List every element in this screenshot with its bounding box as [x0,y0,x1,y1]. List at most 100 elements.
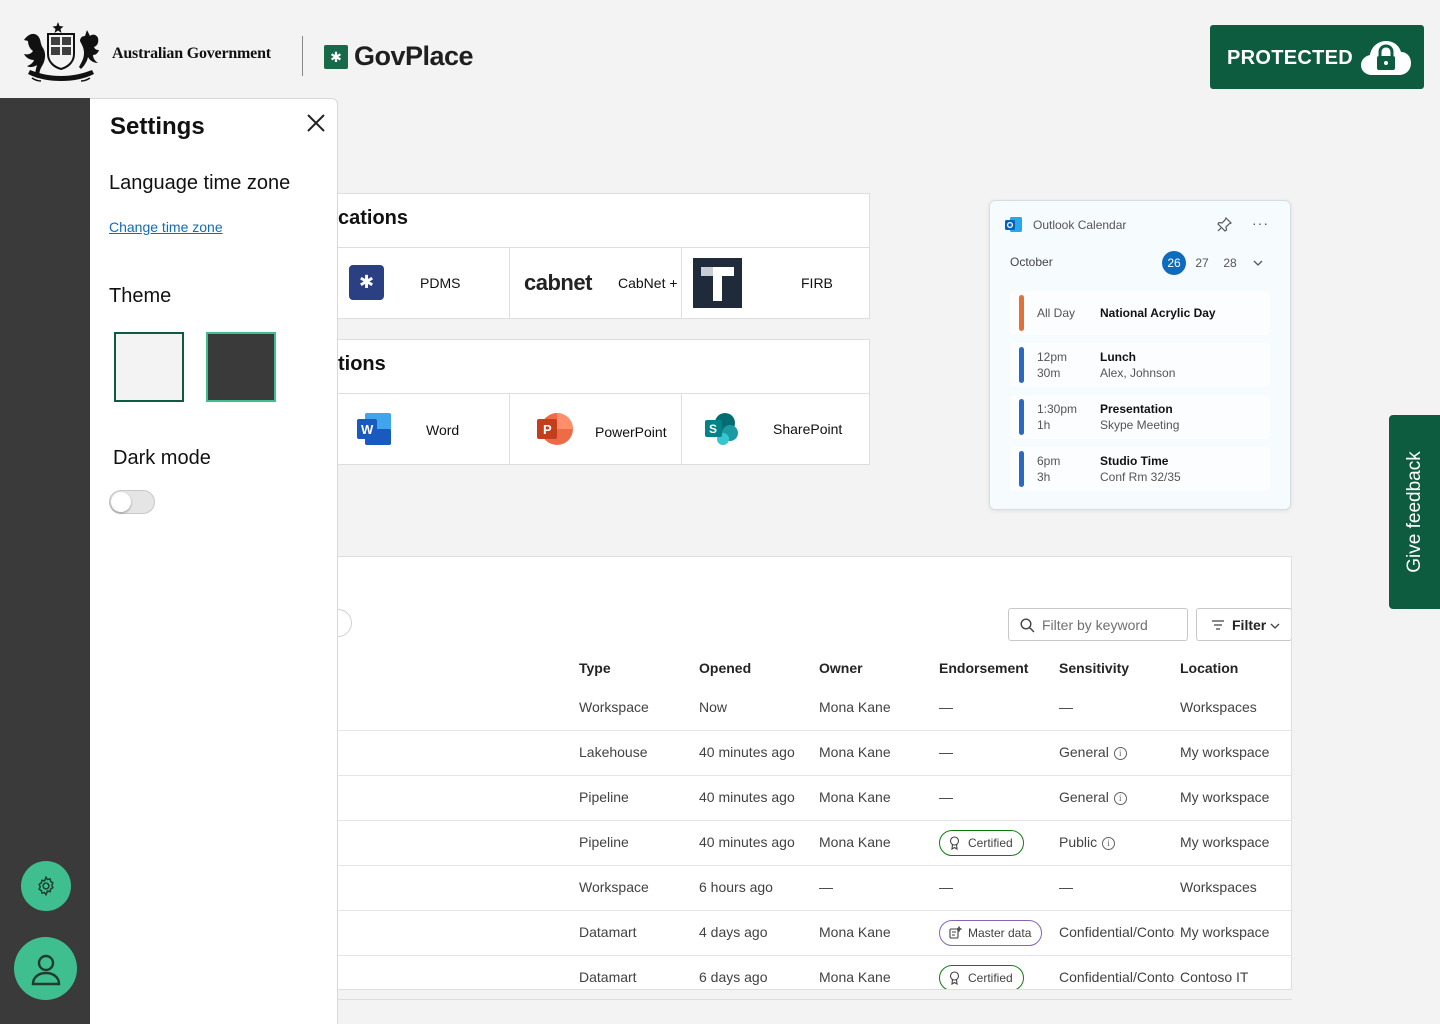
calendar-day-27[interactable]: 27 [1190,251,1214,275]
dark-mode-toggle[interactable] [109,490,155,514]
search-placeholder: Filter by keyword [1042,617,1148,633]
event-duration: 1h [1037,418,1051,432]
event-time: 6pm [1037,454,1061,468]
word-icon: W [357,413,391,445]
column-header-sensitivity[interactable]: Sensitivity [1059,660,1129,676]
table-row[interactable]: Lakehouse 40 minutes ago Mona Kane — General… [338,731,1291,776]
endorsement-cell: — [939,789,953,805]
location-cell: My workspace [1180,834,1270,850]
calendar-event[interactable]: 12pm 30m Lunch Alex, Johnson [1010,343,1270,387]
svg-text:W: W [361,422,374,437]
pdms-tile[interactable]: ✱ PDMS [338,248,510,318]
sharepoint-tile[interactable]: S SharePoint [682,394,869,464]
calendar-event[interactable]: All Day National Acrylic Day [1010,291,1270,335]
chevron-down-icon[interactable] [1252,257,1264,269]
coat-of-arms-icon [24,22,99,82]
info-icon[interactable]: i [1113,747,1127,760]
theme-dark-swatch[interactable] [206,332,276,402]
event-subtitle: Skype Meeting [1100,418,1180,432]
outlook-icon [1005,217,1022,232]
settings-button[interactable] [21,861,71,911]
cloud-lock-icon [1361,41,1411,75]
endorsement-label: Certified [968,971,1013,985]
owner-cell: Mona Kane [819,924,891,940]
panel-bottom-border [338,999,1292,1000]
productivity-apps-heading: tions [338,340,869,394]
opened-cell: 6 hours ago [699,879,773,895]
calendar-day-28[interactable]: 28 [1218,251,1242,275]
scroll-left-button[interactable] [338,609,352,637]
give-feedback-button[interactable]: Give feedback [1389,415,1440,609]
close-icon[interactable] [304,111,328,135]
calendar-event[interactable]: 1:30pm 1h Presentation Skype Meeting [1010,395,1270,439]
event-title: Lunch [1100,350,1136,364]
government-name: Australian Government [112,45,271,62]
filter-button[interactable]: Filter [1196,608,1291,641]
settings-panel: Settings Language time zone Change time … [90,98,338,1024]
table-row[interactable]: Datamart 6 days ago Mona Kane Certified Conf… [338,956,1291,989]
type-cell: Workspace [579,699,649,715]
govplace-logo-icon[interactable]: ✱ [324,45,348,69]
event-title: Presentation [1100,402,1173,416]
column-header-owner[interactable]: Owner [819,660,863,676]
cabnet-tile[interactable]: cabnet CabNet + [510,248,682,318]
profile-button[interactable] [14,937,77,1000]
event-color-bar [1019,399,1024,435]
event-time: 12pm [1037,350,1068,364]
owner-cell: Mona Kane [819,789,891,805]
table-row[interactable]: Pipeline 40 minutes ago Mona Kane Certified… [338,821,1291,866]
endorsement-badge: Certified [939,965,1024,989]
sensitivity-cell: General i [1059,744,1175,760]
pin-icon[interactable] [1217,217,1232,232]
word-tile[interactable]: W Word [338,394,510,464]
column-header-endorsement[interactable]: Endorsement [939,660,1028,676]
event-duration: 3h [1037,470,1051,484]
sensitivity-label: General [1059,744,1109,760]
master-data-icon [949,926,962,939]
sensitivity-label: — [1059,699,1073,715]
endorsement-label: Master data [968,926,1032,940]
column-header-type[interactable]: Type [579,660,611,676]
info-icon[interactable]: i [1102,837,1116,850]
outlook-title: Outlook Calendar [1033,218,1127,232]
sensitivity-label: Public [1059,834,1098,850]
more-options-icon[interactable]: ··· [1252,215,1269,231]
type-cell: Datamart [579,924,637,940]
sensitivity-cell: — [1059,699,1175,715]
table-row[interactable]: Pipeline 40 minutes ago Mona Kane — General i… [338,776,1291,821]
column-header-opened[interactable]: Opened [699,660,751,676]
sensitivity-cell: — [1059,879,1175,895]
powerpoint-tile[interactable]: P PowerPoint [510,394,682,464]
firb-tile[interactable]: FIRB [682,248,869,318]
top-header: Australian Government ✱ GovPlace PROTECT… [0,0,1440,98]
change-time-zone-link[interactable]: Change time zone [109,219,223,235]
endorsement-label: Certified [968,836,1013,850]
brand-name[interactable]: GovPlace [354,41,474,72]
opened-cell: 40 minutes ago [699,834,795,850]
calendar-event[interactable]: 6pm 3h Studio Time Conf Rm 32/35 [1010,447,1270,491]
filter-icon [1212,620,1224,630]
toggle-knob [111,492,131,512]
table-row[interactable]: Workspace 6 hours ago — — — Workspaces [338,866,1291,911]
column-header-location[interactable]: Location [1180,660,1238,676]
theme-light-swatch[interactable] [114,332,184,402]
pdms-icon: ✱ [349,265,384,300]
event-duration: 30m [1037,366,1061,380]
type-cell: Lakehouse [579,744,648,760]
protected-banner: PROTECTED [1210,25,1424,89]
sensitivity-label: — [1059,879,1073,895]
event-time: All Day [1037,306,1076,320]
calendar-day-26[interactable]: 26 [1162,251,1186,275]
table-row[interactable]: Workspace Now Mona Kane — — Workspaces [338,686,1291,731]
info-icon[interactable]: i [1113,792,1127,805]
powerpoint-icon: P [537,413,573,445]
give-feedback-label: Give feedback [1403,451,1425,573]
sensitivity-label: Confidential/Contoso [1059,924,1175,940]
pdms-label: PDMS [420,275,461,291]
outlook-calendar-widget: Outlook Calendar ··· October 26 27 28 Al… [989,200,1291,510]
location-cell: My workspace [1180,744,1270,760]
filter-by-keyword-input[interactable]: Filter by keyword [1008,608,1188,641]
cabnet-label: CabNet + [618,275,678,291]
table-row[interactable]: Datamart 4 days ago Mona Kane Master data Co… [338,911,1291,956]
sensitivity-cell: Public i [1059,834,1175,850]
